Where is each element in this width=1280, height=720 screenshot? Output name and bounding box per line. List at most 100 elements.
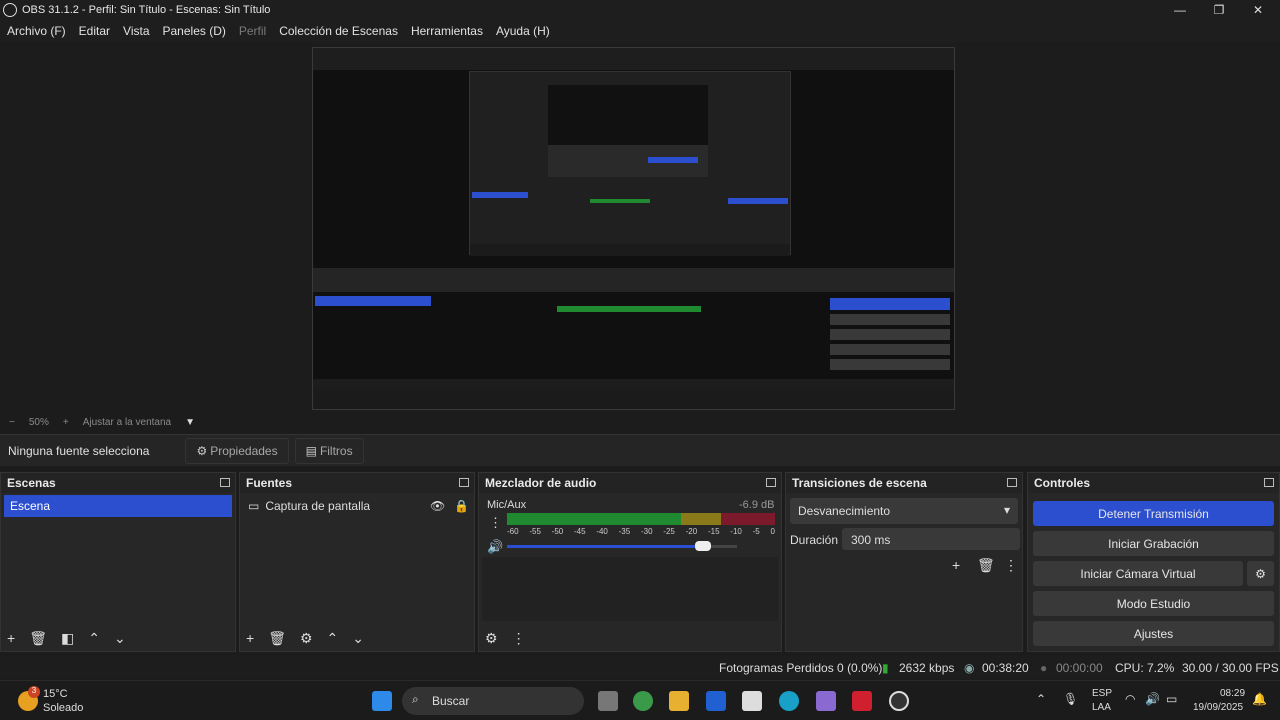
transition-select[interactable]: Desvanecimiento ▾ <box>790 498 1018 524</box>
microphone-icon[interactable]: 🎙 <box>1063 692 1078 706</box>
title-bar: OBS 31.1.2 - Perfil: Sin Título - Escena… <box>0 0 1280 20</box>
source-item[interactable]: ▭ Captura de pantalla 👁 🔒 <box>240 493 474 519</box>
controls-title: Controles <box>1034 476 1091 490</box>
arrow-up-icon[interactable]: ⌃ <box>327 630 339 647</box>
clock-time[interactable]: 08:29 <box>1220 688 1245 699</box>
source-name: Captura de pantalla <box>265 499 371 513</box>
properties-label: Propiedades <box>210 443 278 458</box>
transitions-title: Transiciones de escena <box>792 476 927 490</box>
minimize-button[interactable]: — <box>1160 0 1200 20</box>
meter-tick: -20 <box>685 527 698 536</box>
preview-canvas[interactable] <box>312 47 955 410</box>
zoom-in-button[interactable]: + <box>63 417 69 428</box>
controls-dock: Controles Detener Transmisión Iniciar Gr… <box>1027 472 1280 652</box>
battery-icon[interactable]: ▭ <box>1166 692 1177 706</box>
language-code[interactable]: ESP <box>1092 688 1112 699</box>
gear-icon[interactable]: ⚙ <box>1247 561 1274 586</box>
arrow-down-icon[interactable]: ⌄ <box>352 630 364 647</box>
popout-icon[interactable] <box>766 478 776 487</box>
menu-editar[interactable]: Editar <box>72 24 116 38</box>
store-icon[interactable] <box>742 691 762 711</box>
stream-icon: ◉ <box>964 661 975 675</box>
eye-icon[interactable]: 👁 <box>430 499 445 513</box>
stop-stream-button[interactable]: Detener Transmisión <box>1033 501 1274 526</box>
zoom-dropdown-icon[interactable]: ▼ <box>185 417 195 428</box>
start-recording-button[interactable]: Iniciar Grabación <box>1033 531 1274 556</box>
zoom-bar: − 50% + Ajustar a la ventana ▼ <box>0 412 1280 432</box>
properties-button[interactable]: ⚙ Propiedades <box>185 437 289 464</box>
trash-icon[interactable]: 🗑 <box>29 630 47 647</box>
meter-tick: -45 <box>573 527 586 536</box>
menu-archivo[interactable]: Archivo (F) <box>0 24 72 38</box>
office-icon[interactable] <box>852 691 872 711</box>
weather-badge: 3 <box>28 686 40 698</box>
edge-icon[interactable] <box>779 691 799 711</box>
folder-icon[interactable] <box>669 691 689 711</box>
notification-icon[interactable]: 🔔 <box>1252 692 1267 706</box>
trash-icon[interactable]: 🗑 <box>977 557 995 574</box>
copilot-icon[interactable] <box>816 691 836 711</box>
meter-yellow <box>681 513 722 525</box>
close-button[interactable]: ✕ <box>1238 0 1278 20</box>
chevron-up-icon[interactable]: ⌃ <box>1036 692 1046 706</box>
volume-slider[interactable] <box>507 541 737 551</box>
obs-taskbar-icon[interactable] <box>889 691 909 711</box>
menu-coleccion[interactable]: Colección de Escenas <box>272 24 404 38</box>
filter-icon: ▤ <box>305 443 317 458</box>
popout-icon[interactable] <box>220 478 230 487</box>
task-view-icon[interactable] <box>598 691 618 711</box>
source-toolbar: Ninguna fuente selecciona ⚙ Propiedades … <box>0 434 1280 466</box>
meter-tick: -35 <box>618 527 631 536</box>
chrome-icon[interactable] <box>633 691 653 711</box>
filters-button[interactable]: ▤ Filtros <box>294 437 364 464</box>
fit-window-option[interactable]: Ajustar a la ventana <box>83 417 171 428</box>
menu-vista[interactable]: Vista <box>116 24 155 38</box>
trash-icon[interactable]: 🗑 <box>268 630 286 647</box>
menu-paneles[interactable]: Paneles (D) <box>156 24 232 38</box>
duration-label: Duración <box>790 533 839 547</box>
app-icon[interactable] <box>706 691 726 711</box>
menu-ayuda[interactable]: Ayuda (H) <box>489 24 556 38</box>
sources-dock: Fuentes ▭ Captura de pantalla 👁 🔒 + 🗑 ⚙ … <box>239 472 475 652</box>
zoom-out-button[interactable]: − <box>9 417 15 428</box>
speaker-icon[interactable]: 🔊 <box>487 539 503 555</box>
meter-tick: -15 <box>707 527 720 536</box>
volume-meter <box>507 513 775 525</box>
volume-icon[interactable]: 🔊 <box>1145 692 1160 706</box>
filter-icon[interactable]: ◧ <box>61 630 74 647</box>
audio-mixer-dock: Mezclador de audio Mic/Aux -6.9 dB ⋮ -60… <box>478 472 782 652</box>
popout-icon[interactable] <box>1264 478 1274 487</box>
gear-icon[interactable]: ⚙ <box>485 630 498 647</box>
gear-icon[interactable]: ⚙ <box>300 630 313 647</box>
arrow-down-icon[interactable]: ⌄ <box>114 630 126 647</box>
popout-icon[interactable] <box>459 478 469 487</box>
channel-db: -6.9 dB <box>739 499 775 511</box>
settings-button[interactable]: Ajustes <box>1033 621 1274 646</box>
more-vertical-icon[interactable]: ⋮ <box>512 630 526 647</box>
clock-date[interactable]: 19/09/2025 <box>1193 702 1243 713</box>
meter-tick: -30 <box>640 527 653 536</box>
more-vertical-icon[interactable]: ⋮ <box>1004 557 1018 574</box>
windows-start-icon[interactable] <box>372 691 392 711</box>
virtual-camera-button[interactable]: Iniciar Cámara Virtual <box>1033 561 1243 586</box>
taskbar-search[interactable]: Buscar <box>402 687 584 715</box>
monitor-icon: ▭ <box>248 499 260 513</box>
scene-item[interactable]: Escena <box>4 495 232 517</box>
zoom-level: 50% <box>28 416 49 428</box>
menu-herramientas[interactable]: Herramientas <box>404 24 489 38</box>
meter-tick: -40 <box>596 527 608 536</box>
lock-icon[interactable]: 🔒 <box>454 499 469 513</box>
more-vertical-icon[interactable]: ⋮ <box>489 515 502 531</box>
add-icon[interactable]: + <box>952 557 960 573</box>
popout-icon[interactable] <box>1007 478 1017 487</box>
maximize-button[interactable]: ❐ <box>1199 0 1239 20</box>
arrow-up-icon[interactable]: ⌃ <box>88 630 100 647</box>
add-icon[interactable]: + <box>7 630 15 646</box>
studio-mode-button[interactable]: Modo Estudio <box>1033 591 1274 616</box>
language-region[interactable]: LAA <box>1092 702 1111 713</box>
window-title: OBS 31.1.2 - Perfil: Sin Título - Escena… <box>22 4 271 16</box>
add-icon[interactable]: + <box>246 630 254 646</box>
menu-perfil[interactable]: Perfil <box>232 24 272 38</box>
wifi-icon[interactable]: ◠ <box>1125 692 1135 706</box>
duration-input[interactable]: 300 ms <box>842 528 1020 550</box>
